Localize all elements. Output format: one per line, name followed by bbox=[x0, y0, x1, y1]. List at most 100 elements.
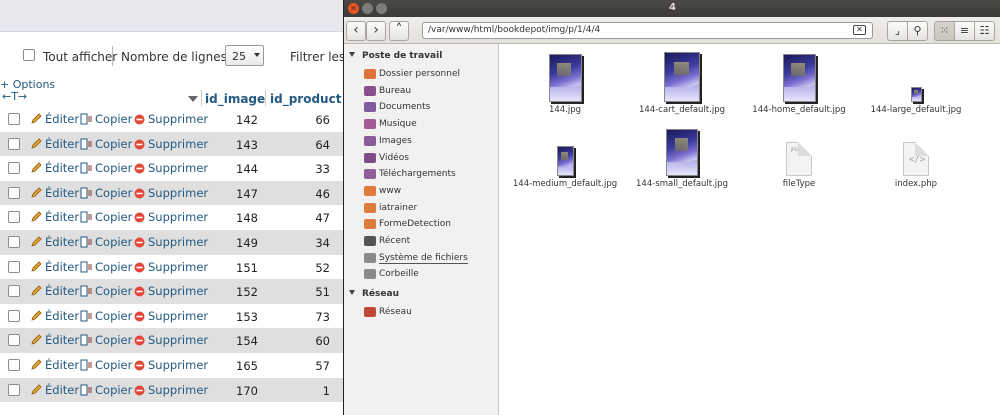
row-checkbox[interactable] bbox=[8, 285, 20, 298]
sidebar-section-computer[interactable]: Poste de travail bbox=[349, 51, 442, 61]
edit-link[interactable]: Éditer bbox=[45, 137, 79, 151]
edit-link[interactable]: Éditer bbox=[45, 210, 79, 224]
sidebar-section-network[interactable]: Réseau bbox=[349, 289, 399, 299]
sidebar-item-label: Vidéos bbox=[379, 152, 409, 163]
row-checkbox[interactable] bbox=[8, 113, 20, 125]
view-options-button[interactable]: ☷ bbox=[974, 21, 995, 41]
location-entry[interactable]: /var/www/html/bookdepot/img/p/1/4/4 ✕ bbox=[422, 22, 873, 39]
parent-folder-button[interactable]: ˄ bbox=[389, 21, 409, 41]
image-thumbnail-icon bbox=[910, 87, 922, 102]
file-item[interactable]: 144-large_default.jpg bbox=[861, 52, 971, 115]
pencil-icon bbox=[31, 236, 42, 247]
edit-link[interactable]: Éditer bbox=[45, 235, 79, 249]
sort-down-icon[interactable] bbox=[188, 96, 198, 102]
edit-link[interactable]: Éditer bbox=[45, 260, 79, 274]
list-view-button[interactable]: ≡ bbox=[954, 21, 975, 41]
table-row[interactable]: Éditer Copier Supprimer 147 46 bbox=[0, 180, 345, 206]
pencil-icon bbox=[31, 359, 42, 370]
pencil-icon bbox=[31, 383, 42, 395]
table-row[interactable]: Éditer Copier Supprimer 142 66 bbox=[0, 107, 345, 132]
location-toggle-button[interactable]: ⌟ bbox=[887, 21, 908, 41]
table-row[interactable]: Éditer Copier Supprimer 154 60 bbox=[0, 328, 345, 353]
file-name: 144.jpg bbox=[548, 105, 582, 115]
row-checkbox[interactable] bbox=[8, 211, 20, 224]
file-item[interactable]: 144-small_default.jpg bbox=[627, 126, 737, 189]
copy-link[interactable]: Copier bbox=[95, 235, 132, 249]
edit-link[interactable]: Éditer bbox=[45, 309, 79, 323]
copy-icon bbox=[80, 359, 92, 371]
file-item[interactable]: 144-cart_default.jpg bbox=[627, 52, 737, 115]
copy-link[interactable]: Copier bbox=[95, 284, 132, 298]
row-checkbox[interactable] bbox=[8, 235, 20, 248]
controls-divider bbox=[112, 46, 113, 66]
edit-link[interactable]: Éditer bbox=[45, 284, 79, 298]
row-checkbox[interactable] bbox=[8, 383, 20, 396]
copy-link[interactable]: Copier bbox=[95, 260, 132, 274]
row-checkbox[interactable] bbox=[8, 358, 20, 371]
table-row[interactable]: Éditer Copier Supprimer 151 52 bbox=[0, 255, 345, 280]
show-all-label[interactable]: Tout afficher bbox=[43, 50, 117, 64]
edit-link[interactable]: Éditer bbox=[45, 112, 79, 126]
text-file-icon: JPG bbox=[786, 142, 812, 176]
back-button[interactable]: ‹ bbox=[346, 21, 366, 41]
window-titlebar[interactable]: ✕ 4 bbox=[344, 0, 1000, 17]
edit-link[interactable]: Éditer bbox=[45, 333, 79, 347]
places-sidebar: Poste de travail Réseau Dossier personne… bbox=[344, 44, 499, 415]
table-row[interactable]: Éditer Copier Supprimer 170 1 bbox=[0, 377, 345, 403]
file-item[interactable]: 144-medium_default.jpg bbox=[510, 126, 620, 189]
file-item[interactable]: 144-home_default.jpg bbox=[744, 52, 854, 115]
grid-view-button[interactable]: ⁙ bbox=[934, 21, 955, 41]
column-header-id-image[interactable]: id_image bbox=[205, 92, 265, 106]
search-button[interactable]: ⚲ bbox=[907, 21, 928, 41]
show-all-checkbox[interactable] bbox=[23, 49, 35, 61]
copy-link[interactable]: Copier bbox=[95, 358, 132, 372]
edit-link[interactable]: Éditer bbox=[45, 383, 79, 397]
table-row[interactable]: Éditer Copier Supprimer 143 64 bbox=[0, 131, 345, 157]
table-row[interactable]: Éditer Copier Supprimer 152 51 bbox=[0, 279, 345, 304]
file-item[interactable]: </> index.php bbox=[861, 126, 971, 189]
copy-link[interactable]: Copier bbox=[95, 186, 132, 200]
copy-link[interactable]: Copier bbox=[95, 333, 132, 347]
delete-icon bbox=[134, 114, 145, 125]
copy-link[interactable]: Copier bbox=[95, 137, 132, 151]
row-checkbox[interactable] bbox=[8, 334, 20, 347]
delete-icon bbox=[134, 237, 145, 248]
clear-location-icon[interactable]: ✕ bbox=[853, 25, 866, 35]
cell-id-image: 151 bbox=[236, 260, 258, 275]
table-row[interactable]: Éditer Copier Supprimer 165 57 bbox=[0, 353, 345, 378]
edit-link[interactable]: Éditer bbox=[45, 358, 79, 372]
file-item[interactable]: 144.jpg bbox=[510, 52, 620, 115]
copy-link[interactable]: Copier bbox=[95, 383, 132, 397]
rows-count-select[interactable]: 25 bbox=[225, 45, 264, 66]
table-row[interactable]: Éditer Copier Supprimer 148 47 bbox=[0, 205, 345, 230]
table-row[interactable]: Éditer Copier Supprimer 149 34 bbox=[0, 229, 345, 255]
table-row[interactable]: Éditer Copier Supprimer 153 73 bbox=[0, 304, 345, 329]
file-item[interactable]: JPG fileType bbox=[744, 126, 854, 189]
row-checkbox[interactable] bbox=[8, 137, 20, 150]
cell-id-product: 34 bbox=[315, 235, 330, 250]
column-sort-arrows[interactable]: ←T→ bbox=[2, 90, 27, 103]
copy-link[interactable]: Copier bbox=[95, 210, 132, 224]
row-checkbox[interactable] bbox=[8, 309, 20, 322]
pencil-icon bbox=[31, 113, 42, 124]
forward-button[interactable]: › bbox=[366, 21, 386, 41]
copy-link[interactable]: Copier bbox=[95, 161, 132, 175]
row-checkbox[interactable] bbox=[8, 260, 20, 273]
row-checkbox[interactable] bbox=[8, 186, 20, 199]
copy-link[interactable]: Copier bbox=[95, 112, 132, 126]
trash-icon bbox=[364, 269, 376, 280]
rows-count-value: 25 bbox=[232, 50, 246, 63]
table-controls: Tout afficher Nombre de lignes : 25 Filt… bbox=[0, 44, 345, 70]
copy-link[interactable]: Copier bbox=[95, 309, 132, 323]
sidebar-item-label: FormeDetection bbox=[379, 219, 451, 230]
file-name: fileType bbox=[782, 179, 816, 189]
file-manager-toolbar: ‹ › ˄ /var/www/html/bookdepot/img/p/1/4/… bbox=[344, 17, 1000, 44]
table-row[interactable]: Éditer Copier Supprimer 144 33 bbox=[0, 156, 345, 181]
delete-icon bbox=[134, 335, 145, 346]
row-checkbox[interactable] bbox=[8, 162, 20, 175]
edit-link[interactable]: Éditer bbox=[45, 186, 79, 200]
column-header-id-product[interactable]: id_product bbox=[270, 92, 341, 106]
delete-icon bbox=[134, 311, 145, 322]
edit-link[interactable]: Éditer bbox=[45, 161, 79, 175]
network-icon bbox=[364, 307, 376, 317]
